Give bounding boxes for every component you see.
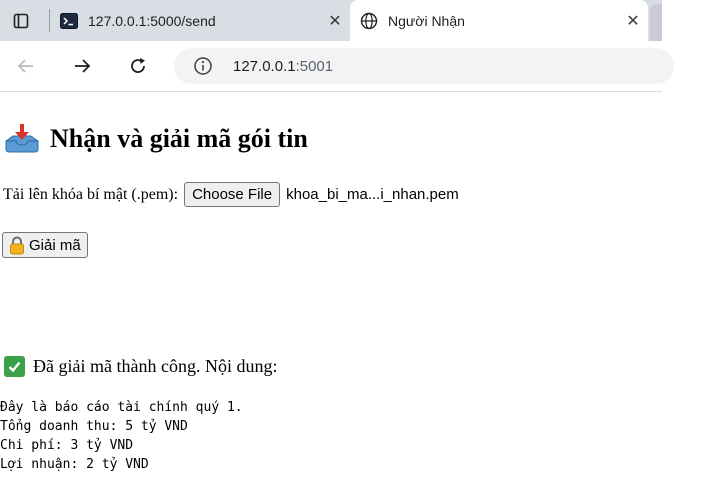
browser-toolbar: 127.0.0.1:5001 [0, 41, 674, 92]
key-upload-label: Tải lên khóa bí mật (.pem): [3, 185, 179, 203]
tab-actions-icon [13, 13, 29, 28]
selected-file-name: khoa_bi_ma...i_nhan.pem [286, 186, 459, 203]
page-title: Nhận và giải mã gói tin [4, 124, 308, 154]
reload-icon [131, 58, 145, 73]
reload-button[interactable] [123, 51, 153, 81]
key-upload-row: Tải lên khóa bí mật (.pem): Choose File … [3, 182, 459, 207]
tab-close-button[interactable]: ✕ [618, 11, 648, 31]
check-mark-icon [4, 356, 25, 377]
tab-strip: 127.0.0.1:5000/send ✕ Người Nhận ✕ [0, 0, 662, 41]
terminal-icon [60, 12, 78, 29]
tab-send[interactable]: 127.0.0.1:5000/send ✕ [50, 0, 350, 41]
back-button[interactable] [11, 51, 41, 81]
decrypt-button-label: Giải mã [29, 236, 81, 254]
tab-close-button[interactable]: ✕ [320, 11, 350, 31]
tab-receiver[interactable]: Người Nhận ✕ [350, 0, 648, 41]
next-tab-edge [650, 4, 662, 41]
output-line: Lợi nhuận: 2 tỷ VND [0, 457, 149, 472]
lock-icon [10, 236, 24, 254]
tab-actions-button[interactable] [0, 0, 42, 41]
decrypt-button[interactable]: Giải mã [2, 232, 88, 258]
page-content: Nhận và giải mã gói tin Tải lên khóa bí … [0, 92, 710, 488]
success-message-text: Đã giải mã thành công. Nội dung: [33, 356, 278, 376]
url-port: :5001 [295, 57, 334, 75]
decrypted-output: Đây là báo cáo tài chính quý 1. Tổng doa… [0, 398, 243, 474]
arrow-left-icon [17, 59, 33, 73]
success-message: Đã giải mã thành công. Nội dung: [4, 356, 277, 377]
url-host: 127.0.0.1 [233, 57, 296, 75]
tab-title: 127.0.0.1:5000/send [88, 12, 216, 29]
address-bar[interactable]: 127.0.0.1:5001 [174, 48, 674, 84]
arrow-right-icon [75, 59, 91, 73]
forward-button[interactable] [67, 51, 97, 81]
page-title-text: Nhận và giải mã gói tin [50, 124, 308, 153]
globe-icon [360, 12, 378, 29]
site-info-icon[interactable] [192, 55, 214, 77]
choose-file-button[interactable]: Choose File [184, 182, 281, 207]
output-line: Chi phí: 3 tỷ VND [0, 438, 134, 453]
output-line: Tổng doanh thu: 5 tỷ VND [0, 419, 188, 434]
tab-title: Người Nhận [388, 12, 465, 29]
inbox-tray-icon [5, 124, 39, 153]
output-line: Đây là báo cáo tài chính quý 1. [0, 400, 243, 415]
